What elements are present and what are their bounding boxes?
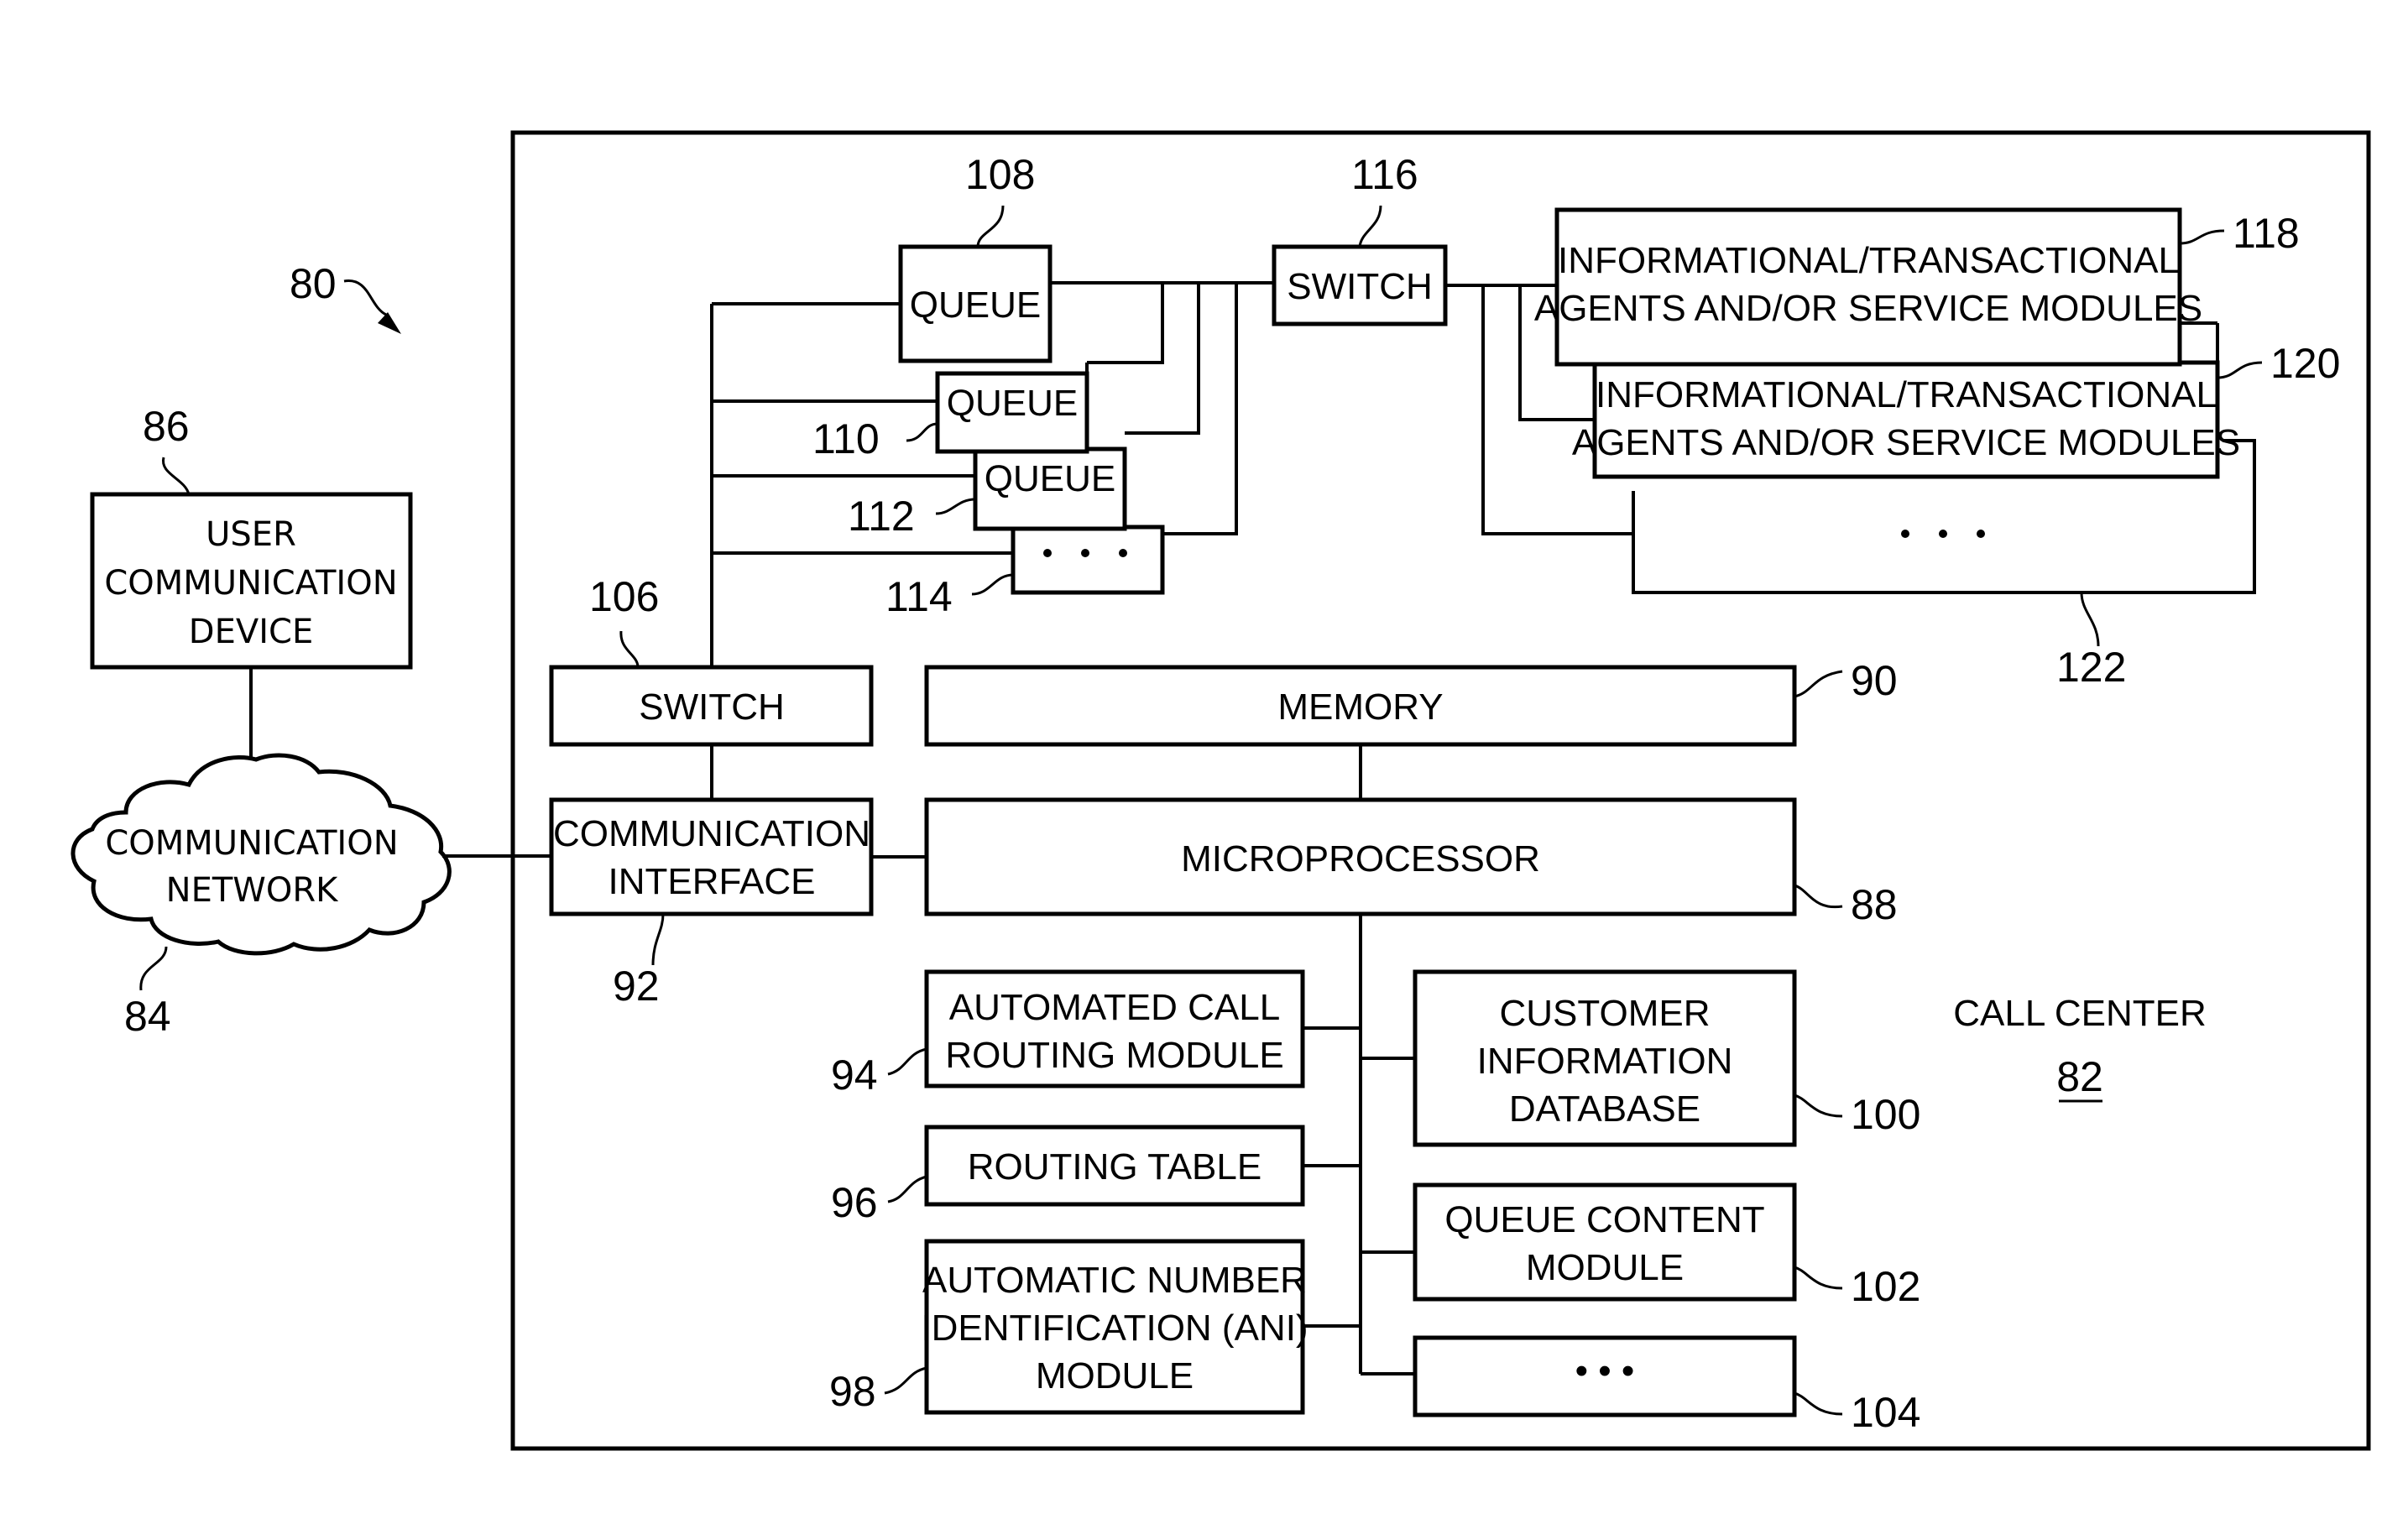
qcm-line-2: MODULE	[1526, 1247, 1684, 1288]
agents-118-line-2: AGENTS AND/OR SERVICE MODULES	[1534, 288, 2202, 329]
call-center-label: CALL CENTER	[1953, 993, 2207, 1034]
call-center-ref: 82	[2056, 1053, 2103, 1100]
ref-84: 84	[124, 993, 171, 1040]
ref-84-leader	[139, 946, 168, 991]
ref-110: 110	[812, 415, 880, 462]
network-line-2: NETWORK	[166, 871, 339, 910]
ref-88: 88	[1851, 881, 1898, 928]
agents-122-dot	[1977, 530, 1985, 538]
agents-122-dot	[1901, 530, 1909, 538]
ref-102: 102	[1851, 1263, 1920, 1310]
memory-label: MEMORY	[1277, 686, 1443, 728]
queue-114-dot	[1119, 549, 1127, 557]
queue-110-label: QUEUE	[947, 383, 1078, 424]
agents-120-line-2: AGENTS AND/OR SERVICE MODULES	[1572, 422, 2240, 463]
ref-122: 122	[2056, 644, 2126, 691]
user-device-line-1: USER	[206, 515, 296, 554]
queue-114-dot	[1043, 549, 1052, 557]
user-device-line-2: COMMUNICATION	[104, 564, 397, 603]
ref-94: 94	[831, 1052, 878, 1099]
figure-ref-80: 80	[290, 260, 337, 307]
acr-line-1: AUTOMATED CALL	[949, 987, 1280, 1028]
qcm-line-1: QUEUE CONTENT	[1444, 1199, 1764, 1240]
queue-114	[1011, 525, 1165, 595]
cidb-line-1: CUSTOMER	[1500, 993, 1711, 1034]
routing-table-label: ROUTING TABLE	[968, 1146, 1261, 1188]
switch-116-label: SWITCH	[1287, 266, 1433, 307]
agents-118	[1554, 207, 2182, 367]
switch-106-label: SWITCH	[639, 686, 785, 728]
agents-120-line-1: INFORMATIONAL/TRANSACTIONAL	[1596, 374, 2217, 415]
network-line-1: COMMUNICATION	[105, 824, 398, 863]
call-center-diagram: 80 CALL CENTER 82 USER COMMUNICATION DEV…	[71, 130, 2371, 1451]
cidb-line-2: INFORMATION	[1477, 1041, 1733, 1082]
ref-86: 86	[143, 403, 190, 450]
ref-106: 106	[589, 573, 659, 620]
ref-120: 120	[2270, 340, 2340, 387]
queue-108-label: QUEUE	[910, 284, 1041, 326]
ani-line-2: IDENTIFICATION (ANI)	[921, 1308, 1308, 1349]
ref-118: 118	[2233, 210, 2300, 257]
user-device-line-3: DEVICE	[189, 613, 313, 651]
ref-86-leader	[162, 457, 191, 495]
queue-114-dot	[1081, 549, 1089, 557]
arrow-head-icon	[378, 312, 401, 334]
ref-96: 96	[831, 1179, 878, 1226]
ref-98: 98	[829, 1368, 876, 1415]
ref-116: 116	[1351, 151, 1418, 198]
additional-modules-ellipsis: • • •	[1575, 1350, 1635, 1391]
ref-90: 90	[1851, 657, 1898, 704]
comm-interface-line-1: COMMUNICATION	[553, 813, 870, 854]
ani-line-3: MODULE	[1036, 1355, 1194, 1396]
ref-112: 112	[848, 493, 915, 540]
cidb-line-3: DATABASE	[1509, 1088, 1700, 1130]
queue-112-label: QUEUE	[985, 458, 1115, 499]
ref-108: 108	[965, 151, 1035, 198]
agents-118-line-1: INFORMATIONAL/TRANSACTIONAL	[1558, 240, 2179, 281]
microprocessor-label: MICROPROCESSOR	[1181, 838, 1540, 880]
ref-100: 100	[1851, 1091, 1920, 1138]
comm-interface-line-2: INTERFACE	[609, 861, 816, 902]
agents-122-dot	[1939, 530, 1947, 538]
ref-114: 114	[885, 573, 953, 620]
ref-104: 104	[1851, 1389, 1920, 1436]
acr-line-2: ROUTING MODULE	[945, 1035, 1283, 1076]
ani-line-1: AUTOMATIC NUMBER	[922, 1260, 1307, 1301]
ref-92: 92	[613, 963, 660, 1010]
